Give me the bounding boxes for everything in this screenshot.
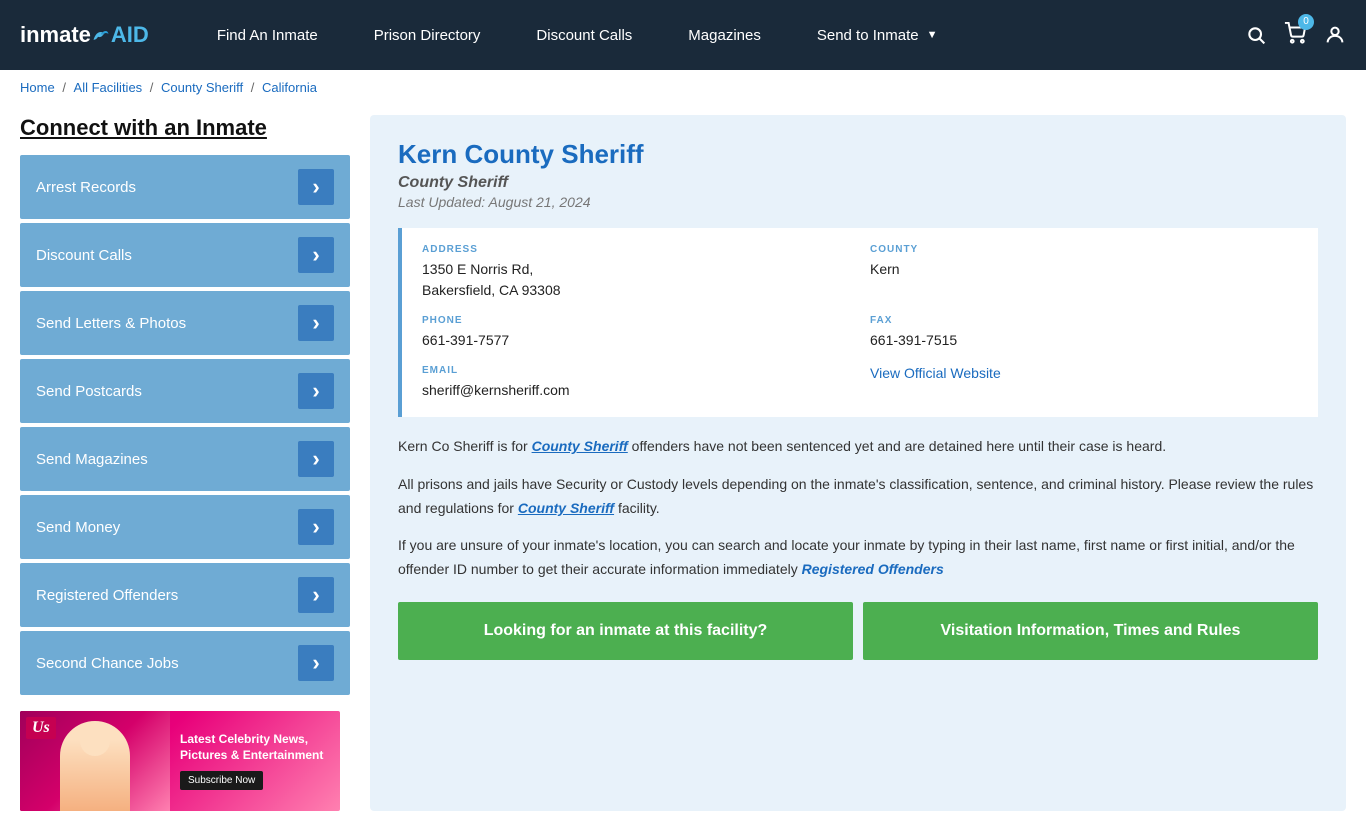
facility-desc-2: All prisons and jails have Security or C… bbox=[398, 473, 1318, 521]
sidebar-arrow-icon bbox=[298, 441, 334, 477]
facility-county-field: COUNTY Kern bbox=[870, 244, 1298, 301]
main-layout: Connect with an Inmate Arrest Records Di… bbox=[0, 105, 1366, 831]
facility-website-field: View Official Website bbox=[870, 365, 1298, 401]
ad-subscribe-button[interactable]: Subscribe Now bbox=[180, 771, 263, 790]
sidebar: Connect with an Inmate Arrest Records Di… bbox=[20, 115, 350, 811]
sidebar-item-send-postcards[interactable]: Send Postcards bbox=[20, 359, 350, 423]
search-button[interactable] bbox=[1246, 25, 1266, 45]
breadcrumb-home[interactable]: Home bbox=[20, 80, 55, 95]
fax-label: FAX bbox=[870, 315, 1298, 326]
cart-count: 0 bbox=[1298, 14, 1314, 30]
sidebar-item-send-money[interactable]: Send Money bbox=[20, 495, 350, 559]
facility-email: sheriff@kernsheriff.com bbox=[422, 380, 850, 401]
facility-updated: Last Updated: August 21, 2024 bbox=[398, 194, 1318, 210]
facility-content: Kern County Sheriff County Sheriff Last … bbox=[370, 115, 1346, 811]
dropdown-arrow-icon: ▼ bbox=[927, 29, 938, 41]
main-nav: Find An Inmate Prison Directory Discount… bbox=[189, 27, 1246, 44]
sidebar-arrow-icon bbox=[298, 645, 334, 681]
nav-send-to-inmate[interactable]: Send to Inmate ▼ bbox=[789, 27, 966, 44]
user-button[interactable] bbox=[1324, 24, 1346, 46]
sidebar-arrow-icon bbox=[298, 237, 334, 273]
facility-address: 1350 E Norris Rd,Bakersfield, CA 93308 bbox=[422, 259, 850, 301]
ad-text-area: Latest Celebrity News, Pictures & Entert… bbox=[170, 722, 340, 800]
facility-phone: 661-391-7577 bbox=[422, 330, 850, 351]
address-label: ADDRESS bbox=[422, 244, 850, 255]
sidebar-item-arrest-records[interactable]: Arrest Records bbox=[20, 155, 350, 219]
county-sheriff-link-2[interactable]: County Sheriff bbox=[518, 500, 614, 516]
facility-phone-field: PHONE 661-391-7577 bbox=[422, 315, 850, 351]
ad-image: Us bbox=[20, 711, 170, 811]
phone-label: PHONE bbox=[422, 315, 850, 326]
facility-county: Kern bbox=[870, 259, 1298, 280]
facility-type: County Sheriff bbox=[398, 174, 1318, 192]
sidebar-menu: Arrest Records Discount Calls Send Lette… bbox=[20, 155, 350, 695]
facility-desc-3: If you are unsure of your inmate's locat… bbox=[398, 534, 1318, 582]
county-sheriff-link-1[interactable]: County Sheriff bbox=[532, 438, 628, 454]
logo[interactable]: inmateAID bbox=[20, 22, 149, 48]
cart-button[interactable]: 0 bbox=[1284, 22, 1306, 49]
county-label: COUNTY bbox=[870, 244, 1298, 255]
sidebar-item-send-magazines[interactable]: Send Magazines bbox=[20, 427, 350, 491]
bottom-actions: Looking for an inmate at this facility? … bbox=[398, 602, 1318, 660]
sidebar-arrow-icon bbox=[298, 373, 334, 409]
sidebar-arrow-icon bbox=[298, 509, 334, 545]
user-icon bbox=[1324, 24, 1346, 46]
facility-info-box: ADDRESS 1350 E Norris Rd,Bakersfield, CA… bbox=[398, 228, 1318, 417]
sidebar-arrow-icon bbox=[298, 305, 334, 341]
search-icon bbox=[1246, 25, 1266, 45]
facility-desc-1: Kern Co Sheriff is for County Sheriff of… bbox=[398, 435, 1318, 459]
header-icons: 0 bbox=[1246, 22, 1346, 49]
nav-prison-directory[interactable]: Prison Directory bbox=[346, 27, 509, 44]
sidebar-arrow-icon bbox=[298, 577, 334, 613]
sidebar-item-discount-calls[interactable]: Discount Calls bbox=[20, 223, 350, 287]
ad-title: Latest Celebrity News, Pictures & Entert… bbox=[180, 732, 330, 763]
logo-text: inmateAID bbox=[20, 22, 149, 48]
registered-offenders-link[interactable]: Registered Offenders bbox=[802, 561, 944, 577]
find-inmate-button[interactable]: Looking for an inmate at this facility? bbox=[398, 602, 853, 660]
nav-find-inmate[interactable]: Find An Inmate bbox=[189, 27, 346, 44]
facility-name: Kern County Sheriff bbox=[398, 139, 1318, 170]
sidebar-item-registered-offenders[interactable]: Registered Offenders bbox=[20, 563, 350, 627]
facility-fax-field: FAX 661-391-7515 bbox=[870, 315, 1298, 351]
facility-email-field: EMAIL sheriff@kernsheriff.com bbox=[422, 365, 850, 401]
sidebar-title: Connect with an Inmate bbox=[20, 115, 350, 141]
sidebar-item-second-chance-jobs[interactable]: Second Chance Jobs bbox=[20, 631, 350, 695]
breadcrumb-california[interactable]: California bbox=[262, 80, 317, 95]
email-label: EMAIL bbox=[422, 365, 850, 376]
facility-fax: 661-391-7515 bbox=[870, 330, 1298, 351]
facility-address-field: ADDRESS 1350 E Norris Rd,Bakersfield, CA… bbox=[422, 244, 850, 301]
nav-discount-calls[interactable]: Discount Calls bbox=[508, 27, 660, 44]
facility-website-link[interactable]: View Official Website bbox=[870, 365, 1001, 381]
sidebar-item-send-letters-photos[interactable]: Send Letters & Photos bbox=[20, 291, 350, 355]
sidebar-arrow-icon bbox=[298, 169, 334, 205]
advertisement: Us Latest Celebrity News, Pictures & Ent… bbox=[20, 711, 340, 811]
breadcrumb-county-sheriff[interactable]: County Sheriff bbox=[161, 80, 243, 95]
breadcrumb-all-facilities[interactable]: All Facilities bbox=[74, 80, 143, 95]
visitation-info-button[interactable]: Visitation Information, Times and Rules bbox=[863, 602, 1318, 660]
nav-magazines[interactable]: Magazines bbox=[660, 27, 789, 44]
breadcrumb: Home / All Facilities / County Sheriff /… bbox=[0, 70, 1366, 105]
site-header: inmateAID Find An Inmate Prison Director… bbox=[0, 0, 1366, 70]
